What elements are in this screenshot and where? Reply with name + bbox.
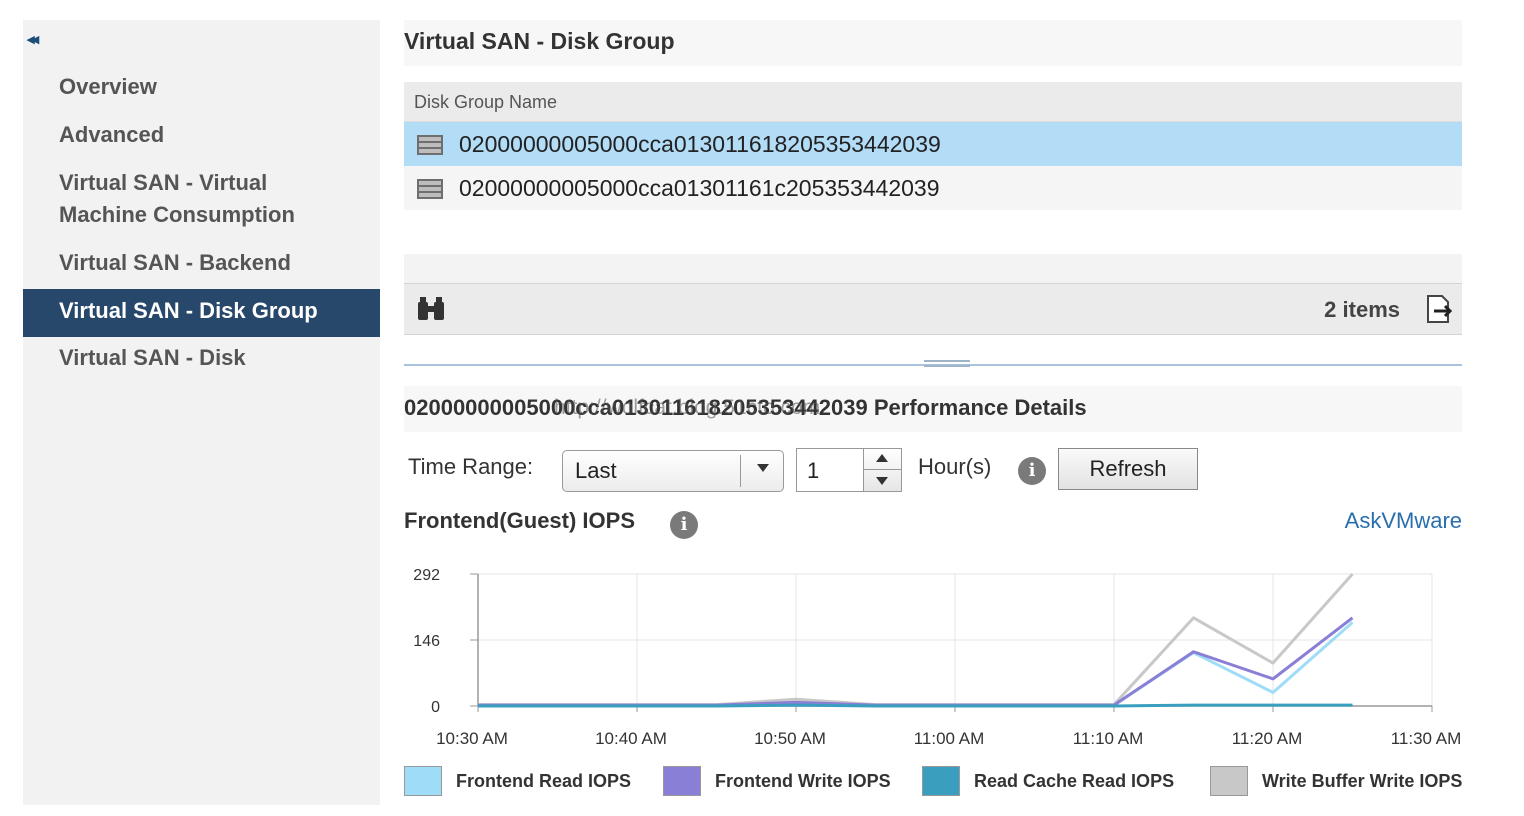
table-footer: 2 items: [404, 283, 1462, 335]
series-line-read-cache-read-iops: [478, 703, 1353, 708]
x-tick-label: 11:00 AM: [914, 729, 985, 748]
hours-label: Hour(s): [918, 454, 992, 479]
chart-legend: Frontend Read IOPS Frontend Write IOPS Rea…: [404, 766, 1462, 798]
y-tick-label: 292: [413, 567, 440, 584]
legend-label: Frontend Write IOPS: [715, 771, 891, 791]
stepper-up-icon[interactable]: [876, 454, 888, 462]
disk-group-icon: [417, 135, 443, 155]
legend-swatch: [663, 766, 701, 796]
perf-header-prefix: 0200000000500: [404, 395, 564, 420]
nav-item-label-line1: Virtual SAN - Virtual: [59, 170, 268, 195]
stepper-down-icon[interactable]: [876, 477, 888, 485]
nav-item-vm-consumption[interactable]: Virtual SAN - Virtual: [23, 167, 380, 199]
nav-item-disk-group[interactable]: Virtual SAN - Disk Group: [23, 289, 380, 337]
nav-item-disk[interactable]: Virtual SAN - Disk: [23, 342, 380, 374]
collapse-sidebar-icon[interactable]: ◂◂: [27, 30, 39, 48]
legend-swatch: [404, 766, 442, 796]
hours-stepper[interactable]: 1: [796, 448, 902, 492]
chart-title: Frontend(Guest) IOPS: [404, 508, 635, 533]
binoculars-icon[interactable]: [416, 296, 446, 322]
x-tick-label: 11:30 AM: [1391, 729, 1462, 748]
x-tick-label: 11:10 AM: [1073, 729, 1144, 748]
main-panel: Virtual SAN - Disk Group Disk Group Name…: [404, 20, 1462, 816]
nav-item-label-line2: Machine Consumption: [59, 202, 295, 227]
stepper-divider: [864, 469, 902, 470]
x-tick-label: 10:40 AM: [595, 729, 667, 748]
sidebar: ◂◂ Overview Advanced Virtual SAN - Virtu…: [23, 20, 380, 805]
y-tick-label: 146: [413, 633, 440, 650]
nav-item-advanced[interactable]: Advanced: [23, 119, 380, 151]
nav-item-vm-consumption-line2[interactable]: Machine Consumption: [23, 199, 380, 231]
items-count: 2 items: [1324, 297, 1400, 322]
nav-item-backend[interactable]: Virtual SAN - Backend: [23, 247, 380, 279]
x-tick-label: 11:20 AM: [1232, 729, 1303, 748]
legend-label: Frontend Read IOPS: [456, 771, 632, 791]
disk-group-icon: [417, 179, 443, 199]
legend-label: Read Cache Read IOPS: [974, 771, 1175, 791]
legend-swatch: [1210, 766, 1248, 796]
disk-group-name: 02000000005000cca01301161c205353442039: [459, 175, 940, 201]
table-row[interactable]: 02000000005000cca01301161c205353442039: [404, 166, 1462, 210]
splitter-grip-icon[interactable]: [924, 360, 970, 370]
watermark: http://wolfcat.blog.51cto.com: [554, 396, 821, 419]
series-line-write-buffer-write-iops: [478, 573, 1354, 707]
legend-swatch: [922, 766, 960, 796]
page-title: Virtual SAN - Disk Group: [404, 20, 1462, 66]
stepper-buttons: [863, 449, 902, 491]
info-icon[interactable]: i: [1018, 457, 1046, 485]
chevron-down-icon[interactable]: [757, 464, 769, 472]
select-separator: [740, 455, 741, 487]
y-tick-label: 0: [431, 699, 440, 716]
legend-label: Write Buffer Write IOPS: [1262, 771, 1462, 791]
nav-item-overview[interactable]: Overview: [23, 71, 380, 103]
hours-value: 1: [807, 458, 820, 483]
x-tick-label: 10:50 AM: [754, 729, 826, 748]
table-empty-area: [404, 254, 1462, 284]
table-row[interactable]: 02000000005000cca01301161820535344203​9: [404, 122, 1462, 166]
time-range-select[interactable]: Last: [562, 450, 784, 492]
chart-info-icon[interactable]: i: [670, 511, 698, 539]
time-range-label: Time Range:: [408, 454, 534, 479]
performance-details-header: 02000000005000cca01301161820535344203​9 …: [404, 386, 1462, 432]
export-icon[interactable]: [1424, 294, 1454, 324]
iops-chart: 292 146 0 10:30 AM 10:40 AM 10:50 AM 11:00 AM 1…: [413, 567, 1462, 748]
column-header-disk-group-name[interactable]: Disk Group Name: [404, 82, 1462, 122]
x-tick-label: 10:30 AM: [436, 729, 508, 748]
disk-group-name: 02000000005000cca01301161820535344203​9: [459, 131, 941, 157]
time-range-value: Last: [575, 458, 617, 483]
ask-vmware-link[interactable]: AskVMware: [1345, 508, 1462, 534]
refresh-button[interactable]: Refresh: [1058, 448, 1198, 490]
series-line-frontend-write-iops: [478, 616, 1354, 707]
